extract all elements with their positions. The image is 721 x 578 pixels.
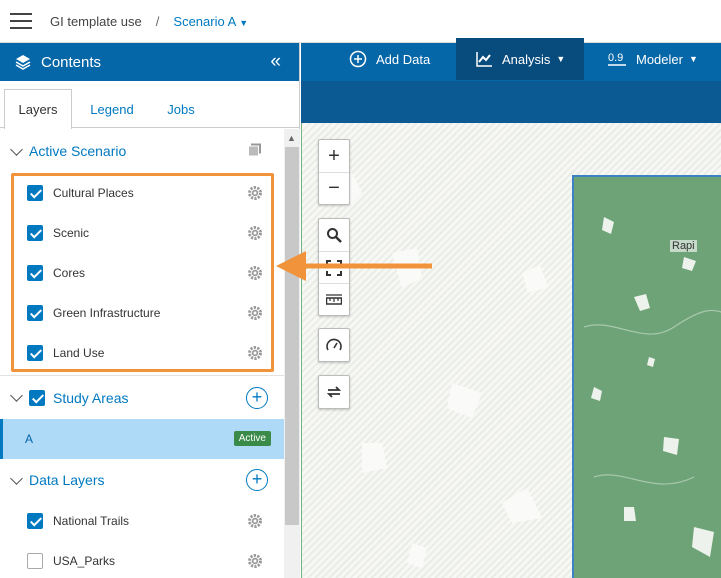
search-button[interactable] bbox=[319, 219, 349, 251]
scroll-up-icon[interactable]: ▲ bbox=[287, 133, 296, 143]
gear-icon[interactable] bbox=[247, 513, 263, 529]
gear-icon[interactable] bbox=[247, 225, 263, 241]
toolbar-strip bbox=[301, 81, 721, 123]
add-circle-icon bbox=[349, 50, 367, 68]
gauge-tool bbox=[318, 328, 350, 362]
gear-icon[interactable] bbox=[247, 185, 263, 201]
modeler-dropdown[interactable]: 0.9 Modeler ▼ bbox=[608, 38, 708, 80]
analysis-chart-icon bbox=[476, 51, 492, 67]
layer-row: Green Infrastructure bbox=[0, 293, 284, 333]
contents-title: Contents bbox=[41, 53, 102, 71]
add-data-layer-button[interactable]: + bbox=[246, 469, 268, 491]
collapse-panel-icon[interactable]: « bbox=[270, 51, 281, 73]
layer-label: Scenic bbox=[53, 226, 90, 240]
fullscreen-icon bbox=[326, 259, 342, 276]
add-study-area-button[interactable]: + bbox=[246, 386, 268, 409]
refresh-icon bbox=[326, 386, 342, 398]
breadcrumb-separator: / bbox=[155, 13, 160, 29]
group-study-areas[interactable]: Study Areas + bbox=[0, 375, 284, 419]
chevron-down-icon[interactable] bbox=[10, 142, 23, 156]
layer-row: Cores bbox=[0, 253, 284, 293]
caret-down-icon: ▼ bbox=[688, 54, 698, 64]
scrollbar-thumb[interactable] bbox=[285, 147, 299, 525]
group-title: Study Areas bbox=[53, 389, 129, 406]
status-badge: Active bbox=[233, 431, 271, 446]
layer-checkbox[interactable] bbox=[27, 265, 43, 281]
gauge-icon bbox=[326, 338, 342, 351]
town-label: Rapi bbox=[670, 240, 697, 252]
gear-icon[interactable] bbox=[247, 305, 263, 321]
add-data-button[interactable]: Add Data bbox=[349, 38, 441, 80]
layer-checkbox[interactable] bbox=[27, 553, 43, 569]
layer-row: Land Use bbox=[0, 333, 284, 373]
scenario-label: Scenario A bbox=[173, 13, 237, 29]
map-view[interactable]: Rapi + − bbox=[301, 123, 721, 578]
modeler-icon: 0.9 bbox=[608, 52, 626, 66]
tab-legend[interactable]: Legend bbox=[84, 89, 140, 129]
chevron-down-icon[interactable] bbox=[10, 471, 23, 485]
performance-button[interactable] bbox=[319, 329, 349, 361]
study-area-polygon[interactable] bbox=[572, 175, 721, 578]
layer-checkbox[interactable] bbox=[27, 513, 43, 529]
layer-label: Cultural Places bbox=[53, 186, 134, 200]
layer-row: USA_Parks bbox=[0, 541, 284, 578]
gear-icon[interactable] bbox=[247, 345, 263, 361]
layer-row: Cultural Places bbox=[0, 173, 284, 213]
layer-row: Scenic bbox=[0, 213, 284, 253]
search-icon bbox=[327, 228, 342, 243]
gear-icon[interactable] bbox=[247, 265, 263, 281]
group-data-layers[interactable]: Data Layers + bbox=[0, 459, 284, 501]
contents-header: Contents « bbox=[0, 43, 299, 81]
zoom-out-button[interactable]: − bbox=[319, 172, 349, 204]
study-area-label: A bbox=[25, 432, 34, 446]
panel-tabs: Layers Legend Jobs bbox=[0, 81, 299, 129]
refresh-tool bbox=[318, 375, 350, 409]
layer-label: USA_Parks bbox=[53, 554, 116, 568]
group-active-scenario[interactable]: Active Scenario bbox=[0, 129, 284, 173]
study-areas-checkbox[interactable] bbox=[29, 389, 45, 406]
ruler-icon bbox=[326, 293, 342, 305]
svg-text:0.9: 0.9 bbox=[608, 52, 623, 64]
scrollbar[interactable]: ▲ bbox=[284, 129, 300, 578]
breadcrumb-project[interactable]: GI template use bbox=[50, 14, 142, 29]
full-extent-button[interactable] bbox=[319, 251, 349, 283]
chevron-down-icon[interactable] bbox=[10, 389, 23, 402]
caret-down-icon: ▼ bbox=[239, 17, 249, 28]
layer-label: Land Use bbox=[53, 346, 105, 360]
nav-tools bbox=[318, 218, 350, 316]
contents-panel: Contents « Layers Legend Jobs Active Sce… bbox=[0, 43, 300, 578]
layer-label: Green Infrastructure bbox=[53, 306, 161, 320]
layer-checkbox[interactable] bbox=[27, 345, 43, 361]
layer-label: Cores bbox=[53, 266, 86, 280]
layer-checkbox[interactable] bbox=[27, 305, 43, 321]
tab-layers[interactable]: Layers bbox=[4, 89, 72, 129]
menu-icon[interactable] bbox=[10, 13, 32, 29]
caret-down-icon: ▼ bbox=[556, 54, 566, 64]
layer-checkbox[interactable] bbox=[27, 225, 43, 241]
layer-checkbox[interactable] bbox=[27, 185, 43, 201]
add-data-label: Add Data bbox=[376, 51, 431, 67]
study-area-texture bbox=[583, 217, 721, 557]
modeler-label: Modeler bbox=[636, 51, 683, 67]
copy-icon[interactable] bbox=[248, 143, 262, 157]
gear-icon[interactable] bbox=[247, 553, 263, 569]
group-title: Data Layers bbox=[29, 472, 105, 488]
layer-label: National Trails bbox=[53, 514, 130, 528]
group-title: Active Scenario bbox=[29, 143, 127, 159]
zoom-in-button[interactable]: + bbox=[319, 140, 349, 172]
zoom-controls: + − bbox=[318, 139, 350, 205]
analysis-dropdown[interactable]: Analysis ▼ bbox=[456, 38, 584, 80]
study-area-row[interactable]: A Active bbox=[0, 419, 284, 459]
analysis-label: Analysis bbox=[502, 51, 551, 67]
layer-list: Active Scenario Cultural Places Scenic C… bbox=[0, 129, 284, 578]
top-bar: GI template use / Scenario A ▼ bbox=[0, 0, 721, 43]
measure-button[interactable] bbox=[319, 283, 349, 315]
refresh-button[interactable] bbox=[319, 376, 349, 408]
scenario-dropdown[interactable]: Scenario A ▼ bbox=[173, 14, 248, 29]
tab-jobs[interactable]: Jobs bbox=[156, 89, 206, 129]
layer-row: National Trails bbox=[0, 501, 284, 541]
layers-icon bbox=[15, 55, 31, 70]
